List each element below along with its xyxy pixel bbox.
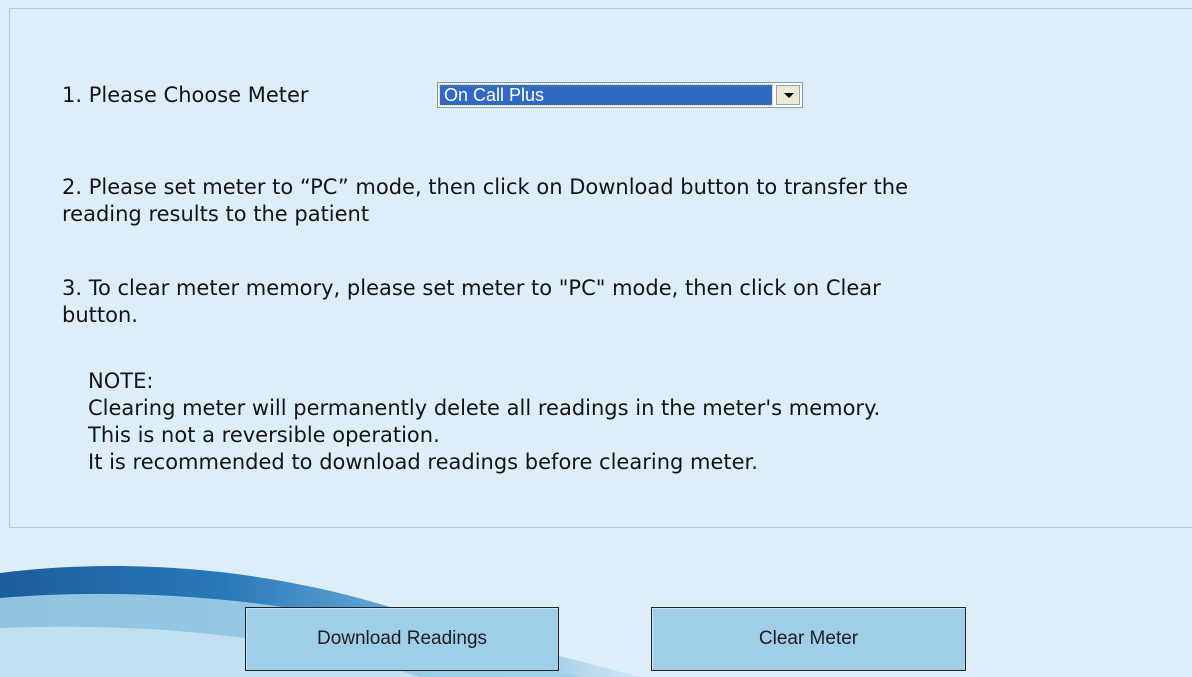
step1-label: 1. Please Choose Meter xyxy=(62,83,309,107)
meter-select-dropdown-button[interactable] xyxy=(776,85,800,105)
meter-download-window: 1. Please Choose Meter On Call Plus 2. P… xyxy=(0,0,1192,677)
note-line: Clearing meter will permanently delete a… xyxy=(88,396,881,420)
step2-text-line1: 2. Please set meter to “PC” mode, then c… xyxy=(62,175,909,199)
meter-select-value[interactable]: On Call Plus xyxy=(439,84,773,106)
decorative-wave xyxy=(0,566,640,677)
note-line: This is not a reversible operation. xyxy=(88,423,440,447)
note-line: It is recommended to download readings b… xyxy=(88,450,758,474)
meter-select[interactable]: On Call Plus xyxy=(437,82,803,108)
step3-text-line2: button. xyxy=(62,303,138,327)
step2-text-line2: reading results to the patient xyxy=(62,202,370,226)
clear-meter-button[interactable]: Clear Meter xyxy=(651,607,966,671)
chevron-down-icon xyxy=(784,93,794,98)
step3-text-line1: 3. To clear meter memory, please set met… xyxy=(62,276,881,300)
note-block: NOTE: Clearing meter will permanently de… xyxy=(88,368,880,476)
note-heading: NOTE: xyxy=(88,369,154,393)
download-readings-button[interactable]: Download Readings xyxy=(245,607,559,671)
